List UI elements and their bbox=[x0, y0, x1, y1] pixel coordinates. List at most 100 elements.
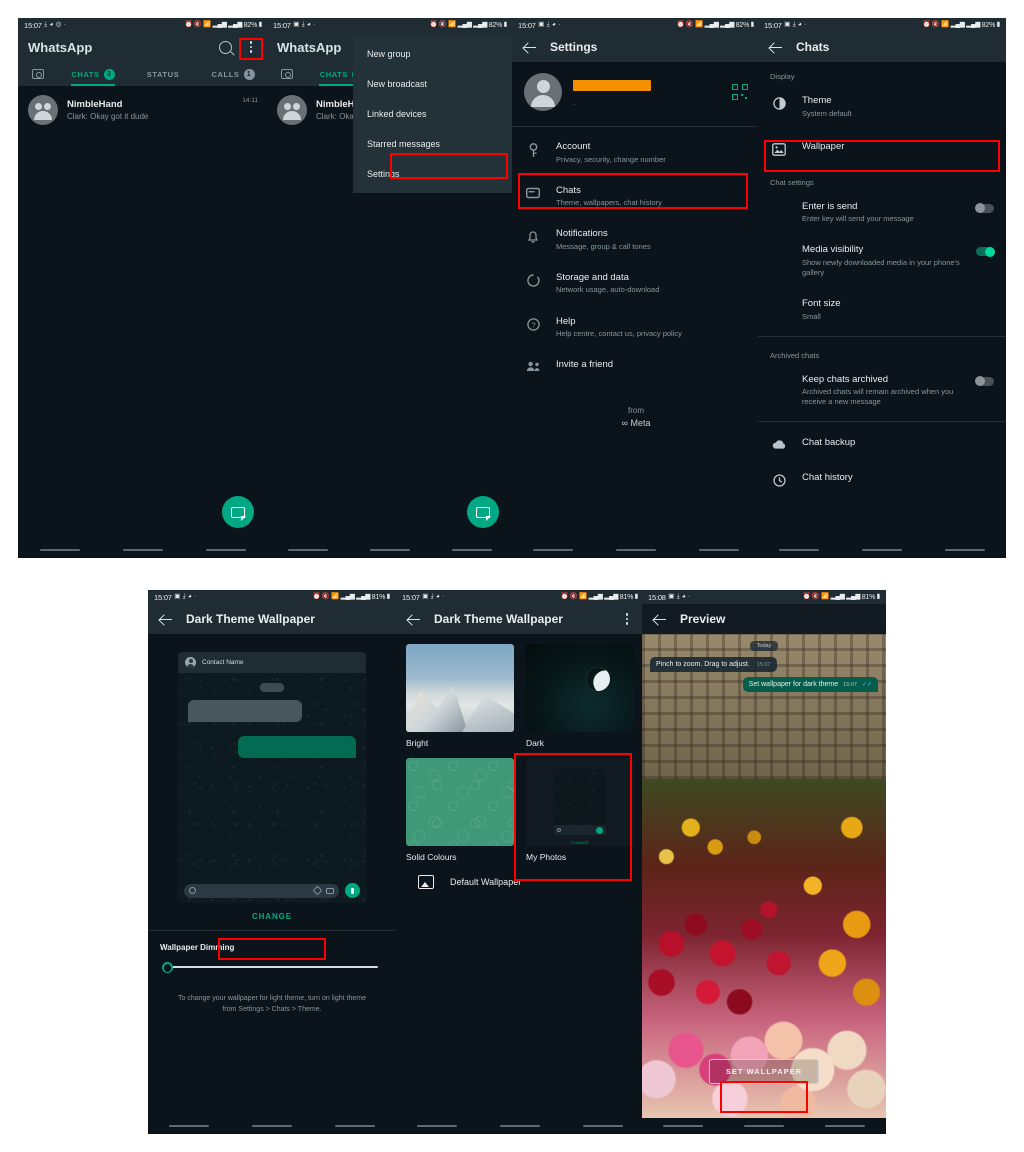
preview-canvas[interactable]: Today Pinch to zoom. Drag to adjust. 15:… bbox=[642, 634, 886, 1118]
page-title: Dark Theme Wallpaper bbox=[434, 612, 563, 626]
set-wallpaper-button[interactable]: SET WALLPAPER bbox=[708, 1059, 820, 1084]
menu-item-new-broadcast[interactable]: New broadcast bbox=[353, 69, 513, 99]
tab-camera[interactable] bbox=[18, 62, 58, 86]
clock-icon: ◕ bbox=[49, 20, 54, 28]
menu-item-settings[interactable]: Settings bbox=[353, 159, 513, 189]
battery-level: 81% bbox=[371, 593, 386, 601]
row-subtitle: Message, group & call tones bbox=[556, 241, 651, 251]
back-button[interactable] bbox=[652, 611, 668, 627]
dot-icon: · bbox=[558, 20, 561, 28]
wifi-icon: 📶 bbox=[448, 20, 457, 28]
tab-chats-badge: 3 bbox=[103, 68, 115, 80]
wallpaper-cell-bright[interactable]: Bright bbox=[406, 644, 514, 748]
theme-icon bbox=[770, 95, 788, 110]
keep-archived-toggle[interactable] bbox=[975, 376, 994, 387]
default-wallpaper-label: Default Wallpaper bbox=[450, 877, 522, 887]
battery-icon: ▮ bbox=[996, 20, 1001, 28]
wifi-icon: 📶 bbox=[331, 592, 340, 600]
overflow-menu-button[interactable] bbox=[244, 39, 258, 55]
menu-item-new-group[interactable]: New group bbox=[353, 39, 513, 69]
signal2-icon: ▂▄▆ bbox=[966, 20, 981, 28]
dimming-slider[interactable] bbox=[160, 962, 384, 973]
settings-row-chat-backup[interactable]: Chat backup bbox=[758, 426, 1006, 461]
phone-panel-overflow-menu: 15:07 ▣ ⤓ ◕ · ⏰ 🔇 📶 ▂▄▆ ▂▄▆ 82% ▮ WhatsA… bbox=[267, 18, 513, 558]
dot-icon: · bbox=[194, 592, 197, 600]
profile-row[interactable]: . bbox=[512, 62, 760, 122]
nav-bar bbox=[512, 542, 760, 558]
clock-icon: ◕ bbox=[187, 592, 192, 600]
wallpaper-icon bbox=[418, 875, 434, 889]
cell-label: Bright bbox=[406, 738, 429, 748]
row-title: Keep chats archived bbox=[802, 373, 889, 385]
wallpaper-cell-dark[interactable]: Dark bbox=[526, 644, 634, 748]
battery-icon: ▮ bbox=[258, 20, 263, 28]
status-bar: 15:07 ⤓ ◕ ◎ · ⏰ 🔇 📶 ▂▄▆ ▂▄▆ 82% ▮ bbox=[18, 18, 268, 32]
settings-row-media-visibility[interactable]: Media visibility Show newly downloaded m… bbox=[758, 234, 1006, 288]
settings-row-chat-history[interactable]: Chat history bbox=[758, 461, 1006, 498]
enter-is-send-toggle[interactable] bbox=[975, 203, 994, 214]
row-title: Chat history bbox=[802, 472, 853, 484]
tab-camera[interactable] bbox=[267, 62, 307, 86]
menu-item-linked-devices[interactable]: Linked devices bbox=[353, 99, 513, 129]
dimming-title: Wallpaper Dimming bbox=[160, 943, 235, 952]
media-visibility-toggle[interactable] bbox=[976, 246, 995, 257]
back-button[interactable] bbox=[768, 39, 784, 55]
back-button[interactable] bbox=[522, 39, 538, 55]
battery-icon: ▮ bbox=[503, 20, 508, 28]
alarm-icon: ⏰ bbox=[676, 20, 685, 28]
dot-icon: · bbox=[688, 592, 691, 600]
page-title: Preview bbox=[680, 612, 726, 626]
settings-row-account[interactable]: Account Privacy, security, change number bbox=[512, 131, 760, 175]
qr-code-icon[interactable] bbox=[732, 84, 748, 100]
overflow-menu: New group New broadcast Linked devices S… bbox=[353, 35, 513, 193]
mute-icon: 🔇 bbox=[685, 20, 694, 28]
settings-row-wallpaper[interactable]: Wallpaper bbox=[758, 129, 1006, 168]
back-button[interactable] bbox=[158, 611, 174, 627]
clock-icon: ◕ bbox=[681, 592, 686, 600]
outgoing-bubble bbox=[238, 736, 356, 758]
overflow-menu-button[interactable] bbox=[620, 611, 634, 627]
settings-row-notifications[interactable]: Notifications Message, group & call tone… bbox=[512, 218, 760, 262]
settings-row-help[interactable]: ? Help Help centre, contact us, privacy … bbox=[512, 306, 760, 350]
settings-row-enter-is-send[interactable]: Enter is send Enter key will send your m… bbox=[758, 191, 1006, 235]
profile-status: . bbox=[573, 99, 575, 107]
default-wallpaper-row[interactable]: Default Wallpaper bbox=[396, 862, 644, 902]
back-button[interactable] bbox=[406, 611, 422, 627]
app-bar: WhatsApp bbox=[18, 32, 268, 62]
avatar bbox=[185, 657, 196, 668]
row-title: Notifications bbox=[556, 228, 608, 240]
tab-chats[interactable]: CHATS 3 bbox=[58, 62, 128, 87]
status-time: 15:07 bbox=[273, 20, 291, 30]
tab-calls[interactable]: CALLS 1 bbox=[198, 62, 268, 86]
dimming-note: To change your wallpaper for light theme… bbox=[178, 995, 366, 1013]
battery-level: 82% bbox=[735, 21, 750, 29]
new-chat-fab[interactable] bbox=[467, 496, 499, 528]
settings-row-font-size[interactable]: Font size Small bbox=[758, 288, 1006, 332]
wallpaper-cell-solid-colours[interactable]: Solid Colours bbox=[406, 758, 514, 862]
signal-icon: ▂▄▆ bbox=[340, 592, 355, 600]
wallpaper-cell-my-photos[interactable]: CHANGE My Photos bbox=[526, 758, 634, 862]
tab-status[interactable]: STATUS bbox=[128, 62, 198, 86]
search-icon[interactable] bbox=[219, 40, 232, 54]
tab-bar: CHATS 3 STATUS CALLS 1 bbox=[18, 62, 268, 87]
message-input bbox=[184, 883, 339, 898]
status-bar: 15:07 ▣ ⤓ ◕ · ⏰ 🔇 📶 ▂▄▆ ▂▄▆ 82% ▮ bbox=[267, 18, 513, 32]
menu-item-starred-messages[interactable]: Starred messages bbox=[353, 129, 513, 159]
key-icon bbox=[524, 141, 542, 158]
preview-chat-header: Contact Name bbox=[178, 652, 366, 673]
settings-row-theme[interactable]: Theme System default bbox=[758, 85, 1006, 129]
settings-row-keep-archived[interactable]: Keep chats archived Archived chats will … bbox=[758, 364, 1006, 418]
chat-list-item[interactable]: NimbleHand Clark: Okay got it dude 14:11 bbox=[18, 86, 268, 134]
change-wallpaper-button[interactable]: CHANGE bbox=[178, 903, 366, 930]
new-chat-fab[interactable] bbox=[222, 496, 254, 528]
settings-row-storage[interactable]: Storage and data Network usage, auto-dow… bbox=[512, 262, 760, 306]
mute-icon: 🔇 bbox=[193, 20, 202, 28]
solid-colours-thumbnail bbox=[406, 758, 514, 846]
status-time: 15:08 bbox=[648, 592, 666, 602]
phone-panel-settings: 15:07 ▣ ⤓ ◕ · ⏰ 🔇 📶 ▂▄▆ ▂▄▆ 82% ▮ Settin… bbox=[512, 18, 760, 558]
row-title: Font size bbox=[802, 298, 841, 309]
mini-input-bar bbox=[554, 825, 606, 835]
settings-row-invite[interactable]: Invite a friend bbox=[512, 349, 760, 382]
settings-row-chats[interactable]: Chats Theme, wallpapers, chat history bbox=[512, 175, 760, 219]
slider-knob[interactable] bbox=[162, 962, 173, 973]
